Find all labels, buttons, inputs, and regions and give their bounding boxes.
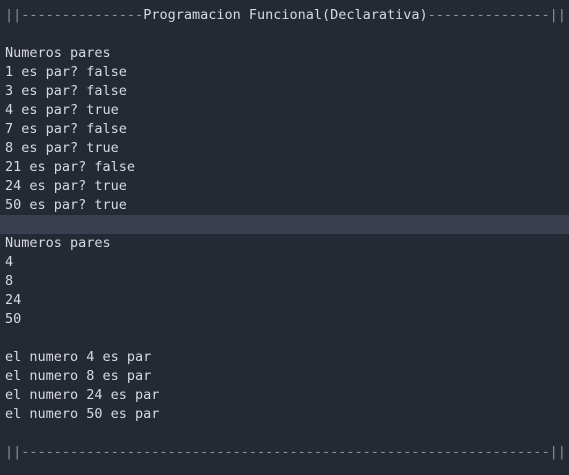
section1-line: 24 es par? true: [5, 178, 127, 194]
header-right-bars: ||: [549, 7, 566, 23]
highlighted-blank-line: [0, 215, 569, 234]
header-left-bars: ||: [5, 7, 22, 23]
section1-line: 50 es par? true: [5, 197, 127, 213]
footer-border-line: ||--------------------------------------…: [0, 443, 569, 462]
section1-line: 4 es par? true: [5, 102, 119, 118]
footer-dashes: ----------------------------------------…: [21, 444, 550, 460]
section1-line: 7 es par? false: [5, 121, 127, 137]
section2-line: 8: [5, 273, 14, 289]
header-title: Programacion Funcional(Declarativa): [143, 7, 428, 23]
section1-line: 1 es par? false: [5, 64, 127, 80]
section1-line: 8 es par? true: [5, 140, 119, 156]
section3-line: el numero 4 es par: [5, 349, 152, 365]
section2-line: 50: [5, 311, 22, 327]
section3-line: el numero 24 es par: [5, 387, 160, 403]
section2-heading: Numeros pares: [5, 235, 111, 251]
header-left-dashes: ---------------: [21, 7, 144, 23]
header-border-line: ||---------------Programacion Funcional(…: [0, 6, 569, 25]
footer-left-bars: ||: [5, 444, 22, 460]
section2-line: 24: [5, 292, 22, 308]
footer-right-bars: ||: [549, 444, 566, 460]
terminal-output: ||---------------Programacion Funcional(…: [0, 0, 569, 475]
section3-line: el numero 8 es par: [5, 368, 152, 384]
section1-heading: Numeros pares: [5, 45, 111, 61]
header-right-dashes: ---------------: [427, 7, 550, 23]
section3-line: el numero 50 es par: [5, 406, 160, 422]
section1-line: 21 es par? false: [5, 159, 136, 175]
section1-line: 3 es par? false: [5, 83, 127, 99]
section2-line: 4: [5, 254, 14, 270]
